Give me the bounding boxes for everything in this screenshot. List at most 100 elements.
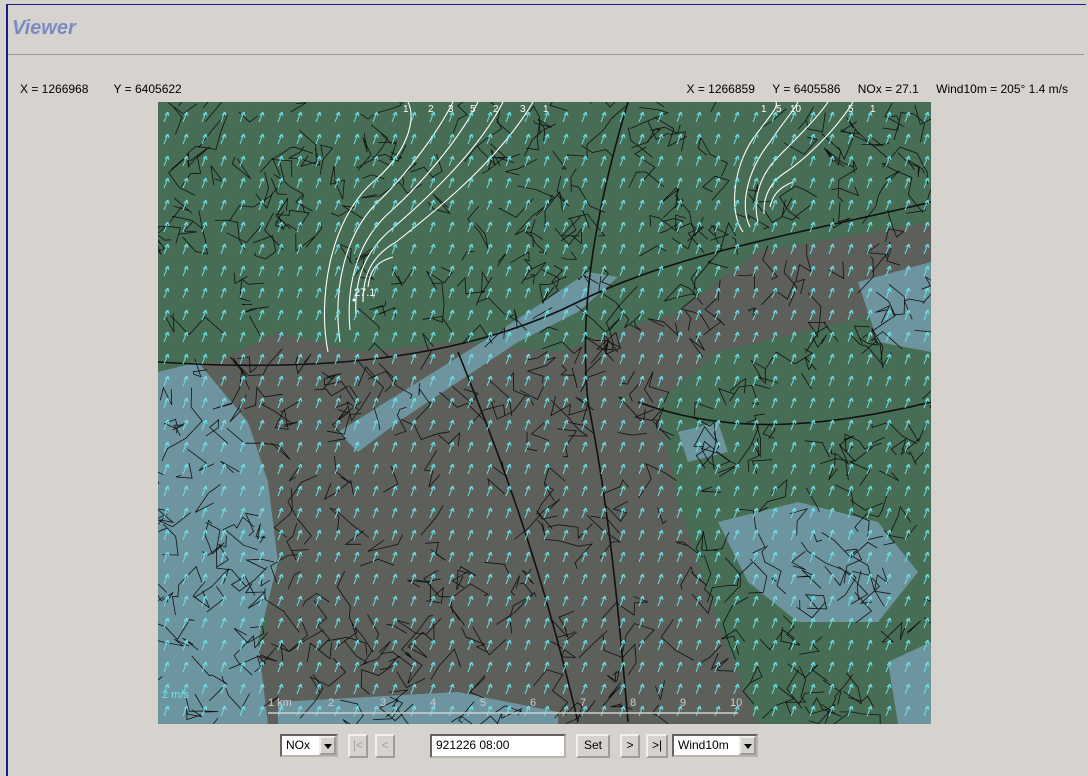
road-segment [551,400,589,437]
chevron-down-icon[interactable] [739,736,756,755]
wind-arrow [258,419,265,431]
map-view[interactable]: 27.112352311510512 m/s2 m/s1 km234567891… [158,102,931,724]
set-button[interactable]: Set [576,734,610,758]
contour-label: 1 [761,104,767,115]
road-segment [438,431,461,447]
wind-arrow [258,397,265,409]
wind-arrow [505,353,512,365]
wind-arrow [505,463,512,475]
road-segment [606,670,620,684]
wind-arrow [619,485,626,497]
wind-arrow [752,287,759,299]
wind-arrow [277,463,284,475]
scalebar-label: 10 [730,697,742,709]
wind-arrow [714,331,721,343]
wind-arrow [410,463,417,475]
wind-arrow [809,243,816,255]
wind-arrow [277,573,284,585]
datetime-input[interactable]: 921226 08:00 [430,734,566,758]
wind-arrow [296,507,303,519]
wind-arrow [486,485,493,497]
wind-arrow [448,639,455,651]
scalebar-label: 1 km [268,697,292,709]
wind-arrow [600,683,607,695]
probe-marker [352,298,356,302]
next-frame-button[interactable]: > [620,734,640,758]
chevron-down-icon[interactable] [319,736,336,755]
wind-arrow [657,573,664,585]
wind-arrow [467,463,474,475]
wind-arrow [619,463,626,475]
wind-arrow [581,595,588,607]
contour-label: 1 [403,104,409,115]
wind-arrow [410,353,417,365]
road-segment [336,570,358,647]
wind-arrow [315,463,322,475]
last-frame-button[interactable]: >| [646,734,668,758]
road-segment [386,624,407,634]
wind-arrow [524,397,531,409]
wind-arrow [486,661,493,673]
road-segment [302,592,330,607]
wind-arrow [429,617,436,629]
wind-arrow [277,507,284,519]
wind-arrow [334,441,341,453]
wind-arrow [277,353,284,365]
overlay-select-value: Wind10m [678,738,729,752]
wind-arrow [410,529,417,541]
road-segment [309,657,347,694]
wind-arrow [391,441,398,453]
wind-arrow [657,353,664,365]
wind-arrow [353,375,360,387]
wind-arrow [543,397,550,409]
wind-arrow [448,551,455,563]
wind-arrow [619,529,626,541]
wind-arrow [334,375,341,387]
wind-arrow [410,573,417,585]
wind-arrow [600,529,607,541]
wind-arrow [600,463,607,475]
contour-label: 5 [776,104,782,115]
wind-arrow [505,661,512,673]
probe-readout: X = 1266859 Y = 6405586 NOx = 27.1 Wind1… [672,82,1068,96]
road-segment [537,519,546,536]
first-frame-button[interactable]: |< [348,734,368,758]
wind-arrow [543,617,550,629]
wind-arrow [619,683,626,695]
wind-arrow [619,441,626,453]
wind-arrow [448,573,455,585]
probe-x: X = 1266859 [686,82,755,96]
wind-arrow [638,463,645,475]
wind-arrow [277,551,284,563]
wind-arrow [657,419,664,431]
wind-arrow [391,507,398,519]
wind-arrow [695,661,702,673]
overlay-select[interactable]: Wind10m [672,734,758,757]
scalebar-label: 2 [328,697,334,709]
wind-arrow [600,551,607,563]
wind-arrow [581,683,588,695]
wind-arrow [486,639,493,651]
prev-frame-button[interactable]: < [375,734,395,758]
wind-arrow [600,441,607,453]
road-segment [283,421,300,427]
road-segment [407,623,435,658]
road-segment [423,569,453,614]
wind-arrow [486,397,493,409]
road-segment [526,356,556,384]
wind-arrow [543,551,550,563]
map-canvas[interactable]: 27.112352311510512 m/s2 m/s1 km234567891… [158,102,931,724]
wind-arrow [467,639,474,651]
probe-wind: Wind10m = 205° 1.4 m/s [936,82,1068,96]
road-segment [261,403,293,425]
component-select[interactable]: NOx [280,734,338,757]
wind-arrow [334,617,341,629]
wind-arrow [315,529,322,541]
wind-arrow [410,639,417,651]
wind-arrow [562,551,569,563]
contour-label: 5 [470,104,476,115]
road-segment [287,475,317,545]
wind-arrow [638,441,645,453]
road-segment [378,363,397,393]
wind-arrow [581,551,588,563]
